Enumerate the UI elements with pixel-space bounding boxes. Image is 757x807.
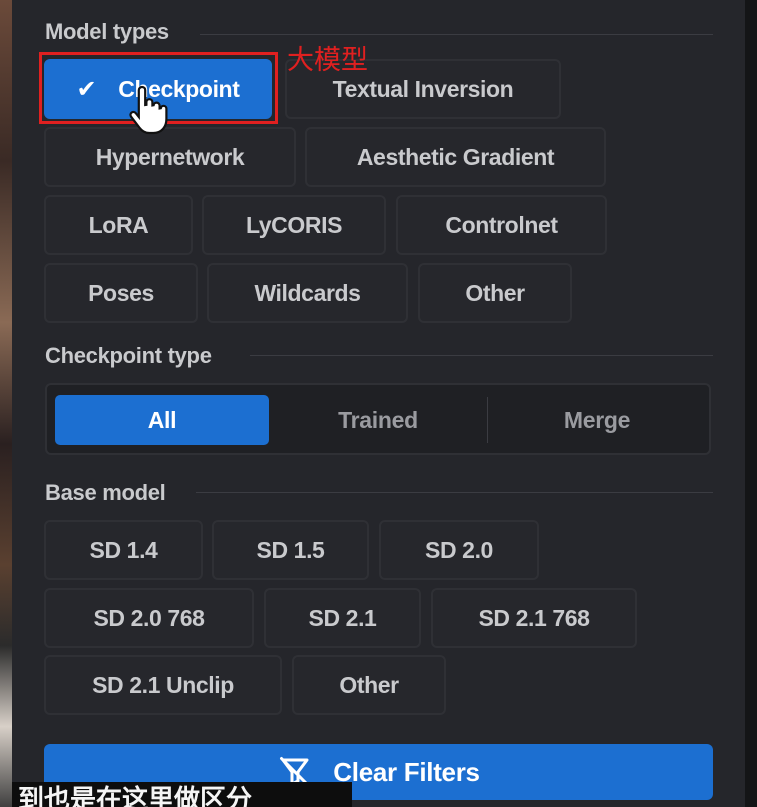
chip-label: SD 2.0 — [425, 536, 493, 563]
chip-other-model[interactable]: Other — [418, 263, 572, 323]
chip-aesthetic-gradient[interactable]: Aesthetic Gradient — [305, 127, 606, 187]
chip-sd-1-4[interactable]: SD 1.4 — [44, 520, 203, 580]
background-image-strip — [0, 0, 12, 807]
checkpoint-type-title: Checkpoint type — [45, 343, 212, 368]
clear-filters-label: Clear Filters — [333, 756, 480, 787]
chip-label: SD 2.1 — [308, 604, 377, 631]
chip-label: Other — [465, 279, 525, 306]
video-subtitle: 到也是在这里做区分 — [12, 782, 352, 807]
chip-controlnet[interactable]: Controlnet — [396, 195, 607, 255]
checkpoint-type-divider — [250, 355, 713, 356]
segment-all[interactable]: All — [55, 395, 269, 445]
chip-sd-2-1-768[interactable]: SD 2.1 768 — [431, 588, 637, 648]
background-right-edge — [745, 0, 757, 807]
chip-label: Controlnet — [445, 211, 558, 238]
chip-label: Poses — [88, 279, 154, 306]
chip-label: SD 1.5 — [256, 536, 325, 563]
hand-cursor-icon — [129, 85, 168, 135]
chip-sd-1-5[interactable]: SD 1.5 — [212, 520, 369, 580]
chip-sd-2-1-unclip[interactable]: SD 2.1 Unclip — [44, 655, 282, 715]
model-types-divider — [200, 34, 713, 35]
chip-other-base[interactable]: Other — [292, 655, 446, 715]
chip-label: Hypernetwork — [95, 143, 245, 170]
model-types-title: Model types — [45, 19, 169, 44]
chip-wildcards[interactable]: Wildcards — [207, 263, 408, 323]
chip-sd-2-1[interactable]: SD 2.1 — [264, 588, 421, 648]
chip-label: Aesthetic Gradient — [356, 143, 555, 170]
chip-label: SD 2.1 Unclip — [92, 671, 234, 698]
chip-label: Wildcards — [254, 279, 361, 306]
chip-sd-2-0[interactable]: SD 2.0 — [379, 520, 539, 580]
chip-label: LyCORIS — [245, 211, 343, 238]
chip-label: Textual Inversion — [332, 75, 514, 102]
base-model-divider — [196, 492, 713, 493]
chip-label: LoRA — [88, 211, 149, 238]
base-model-title: Base model — [45, 480, 166, 505]
chip-poses[interactable]: Poses — [44, 263, 198, 323]
chip-lycoris[interactable]: LyCORIS — [202, 195, 386, 255]
chip-label: SD 2.0 768 — [93, 604, 205, 631]
chip-lora[interactable]: LoRA — [44, 195, 193, 255]
chip-label: SD 1.4 — [89, 536, 158, 563]
annotation-label: 大模型 — [287, 45, 368, 76]
segment-trained[interactable]: Trained — [269, 395, 487, 445]
segment-merge[interactable]: Merge — [488, 395, 706, 445]
chip-label: SD 2.1 768 — [478, 604, 590, 631]
checkpoint-type-segmented-control: All Trained Merge — [45, 383, 711, 455]
chip-label: Other — [339, 671, 399, 698]
chip-sd-2-0-768[interactable]: SD 2.0 768 — [44, 588, 254, 648]
